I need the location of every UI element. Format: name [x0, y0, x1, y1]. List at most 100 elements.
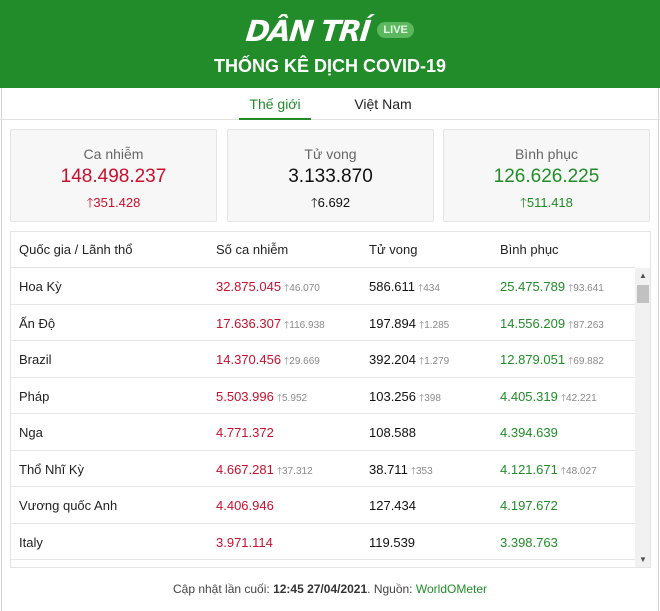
deaths-delta: 🡑353 — [411, 466, 433, 477]
cell-recovered: 12.879.051 🡑69.882 — [500, 352, 604, 371]
table-body: Hoa Kỳ 32.875.045 🡑46.070 586.611 🡑434 25.475… — [11, 268, 635, 560]
deaths-value: 586.611 — [369, 279, 416, 294]
table-row: Italy 3.971.114 119.539 3.398.763 — [11, 524, 635, 560]
cell-deaths: 108.588 — [369, 425, 416, 440]
cell-recovered: 3.398.763 — [500, 535, 558, 550]
cases-delta-value: 46.070 — [289, 283, 320, 294]
cases-delta: 🡑46.070 — [284, 283, 320, 294]
table-row: Brazil 14.370.456 🡑29.669 392.204 🡑1.279 12.8… — [11, 341, 635, 378]
recovered-delta: 🡑511.418 — [520, 195, 573, 210]
cell-deaths: 586.611 🡑434 — [369, 279, 440, 298]
recovered-label: Bình phục — [514, 146, 579, 162]
header-cases[interactable]: Số ca nhiễm — [216, 242, 288, 257]
source-link[interactable]: WorldOMeter — [416, 582, 487, 596]
cases-delta-value: 29.669 — [289, 356, 320, 367]
cases-total: 148.498.237 — [60, 166, 167, 187]
cell-deaths: 392.204 🡑1.279 — [369, 352, 449, 371]
arrow-up-icon: 🡑 — [520, 195, 527, 210]
deaths-label: Tử vong — [304, 146, 357, 162]
recovered-value: 4.121.671 — [500, 461, 558, 477]
cases-value: 4.771.372 — [216, 425, 274, 440]
region-tabs: Thế giới Việt Nam — [0, 88, 660, 120]
arrow-up-icon: 🡑 — [310, 195, 318, 210]
table-row: Ấn Độ 17.636.307 🡑116.938 197.894 🡑1.285 14.5… — [11, 305, 635, 341]
recovered-value: 4.197.672 — [500, 498, 558, 513]
cell-country: Vương quốc Anh — [19, 498, 117, 513]
cell-recovered: 14.556.209 🡑87.263 — [500, 316, 604, 335]
deaths-value: 127.434 — [369, 498, 416, 513]
deaths-delta: 🡑1.279 — [419, 356, 449, 367]
summary-card-deaths: Tử vong 3.133.870 🡑6.692 — [227, 129, 434, 222]
cell-cases: 17.636.307 🡑116.938 — [216, 316, 325, 335]
cell-deaths: 119.539 — [369, 535, 415, 550]
deaths-value: 38.711 — [369, 461, 408, 477]
logo-row: DÂN TRÍ LIVE — [0, 14, 660, 48]
recovered-value: 14.556.209 — [500, 315, 566, 331]
deaths-value: 119.539 — [369, 534, 416, 550]
cell-cases: 4.667.281 🡑37.312 — [216, 462, 313, 481]
cases-delta-value: 5.952 — [282, 392, 308, 404]
site-header: DÂN TRÍ LIVE THỐNG KÊ DỊCH COVID-19 — [0, 0, 660, 88]
cases-delta: 🡑37.312 — [277, 466, 313, 477]
header-country[interactable]: Quốc gia / Lãnh thổ — [19, 242, 132, 257]
deaths-delta-value: 434 — [423, 283, 440, 294]
cases-value: 4.667.281 — [216, 461, 274, 477]
table-header: Quốc gia / Lãnh thổ Số ca nhiễm Tử vong … — [11, 232, 635, 268]
deaths-value: 108.588 — [369, 425, 416, 440]
cell-cases: 5.503.996 🡑5.952 — [216, 389, 307, 408]
cell-cases: 32.875.045 🡑46.070 — [216, 279, 320, 298]
recovered-delta-value: 42.221 — [566, 392, 597, 404]
tab-vietnam[interactable]: Việt Nam — [347, 96, 419, 120]
dan-tri-logo[interactable]: DÂN TRÍ — [244, 14, 371, 48]
deaths-value: 103.256 — [369, 388, 416, 404]
country-value: Nga — [19, 425, 43, 440]
cell-country: Nga — [19, 425, 43, 440]
cell-deaths: 127.434 — [369, 498, 416, 513]
country-table[interactable]: Quốc gia / Lãnh thổ Số ca nhiễm Tử vong … — [10, 231, 651, 568]
cell-country: Brazil — [19, 352, 52, 367]
deaths-delta: 🡑1.285 — [419, 320, 449, 331]
scroll-up-arrow-icon[interactable]: ▲ — [635, 268, 650, 284]
cell-recovered: 4.394.639 — [500, 425, 558, 440]
deaths-delta: 🡑398 — [419, 393, 441, 404]
cell-country: Ấn Độ — [19, 316, 55, 331]
cell-country: Pháp — [19, 389, 49, 404]
cell-recovered: 4.405.319 🡑42.221 — [500, 389, 597, 408]
deaths-value: 197.894 — [369, 315, 416, 331]
page-title: THỐNG KÊ DỊCH COVID-19 — [213, 56, 447, 76]
recovered-delta: 🡑69.882 — [568, 356, 604, 367]
cases-value: 17.636.307 — [216, 315, 282, 331]
recovered-value: 25.475.789 — [500, 279, 566, 294]
recovered-delta-value: 93.641 — [573, 283, 604, 294]
cell-country: Thổ Nhĩ Kỳ — [19, 462, 84, 477]
recovered-value: 3.398.763 — [500, 534, 558, 550]
summary-card-recovered: Bình phục 126.626.225 🡑511.418 — [443, 129, 650, 222]
country-value: Pháp — [19, 388, 50, 404]
cases-value: 3.971.114 — [216, 534, 273, 550]
update-prefix: Cập nhật lần cuối: — [172, 582, 270, 596]
header-deaths[interactable]: Tử vong — [369, 242, 417, 257]
live-badge: LIVE — [377, 22, 414, 38]
update-time: 12:45 27/04/2021 — [273, 582, 368, 596]
table-row: Thổ Nhĩ Kỳ 4.667.281 🡑37.312 38.711 🡑353 4.12… — [11, 451, 635, 487]
cases-delta-value: 37.312 — [282, 465, 313, 477]
footer-update-info: Cập nhật lần cuối: 12:45 27/04/2021. Ngu… — [0, 582, 660, 596]
tab-world[interactable]: Thế giới — [239, 96, 311, 120]
header-recovered[interactable]: Bình phục — [500, 242, 559, 257]
recovered-delta: 🡑87.263 — [568, 320, 604, 331]
country-value: Vương quốc Anh — [19, 498, 118, 513]
table-row: Hoa Kỳ 32.875.045 🡑46.070 586.611 🡑434 25.475… — [11, 268, 635, 305]
deaths-delta-value: 1.279 — [424, 356, 450, 367]
deaths-delta-value: 398 — [424, 392, 441, 404]
cases-delta: 🡑5.952 — [277, 393, 307, 404]
deaths-total: 3.133.870 — [288, 166, 373, 187]
country-value: Thổ Nhĩ Kỳ — [19, 461, 85, 477]
table-scrollbar[interactable]: ▲ ▼ — [635, 268, 650, 567]
scroll-down-arrow-icon[interactable]: ▼ — [635, 552, 650, 567]
deaths-delta: 🡑6.692 — [310, 195, 351, 210]
table-row: Vương quốc Anh 4.406.946 127.434 4.197.672 — [11, 487, 635, 524]
scrollbar-thumb[interactable] — [637, 285, 649, 303]
cell-cases: 3.971.114 — [216, 535, 273, 550]
recovered-delta: 🡑42.221 — [561, 393, 597, 404]
cell-country: Hoa Kỳ — [19, 279, 62, 294]
